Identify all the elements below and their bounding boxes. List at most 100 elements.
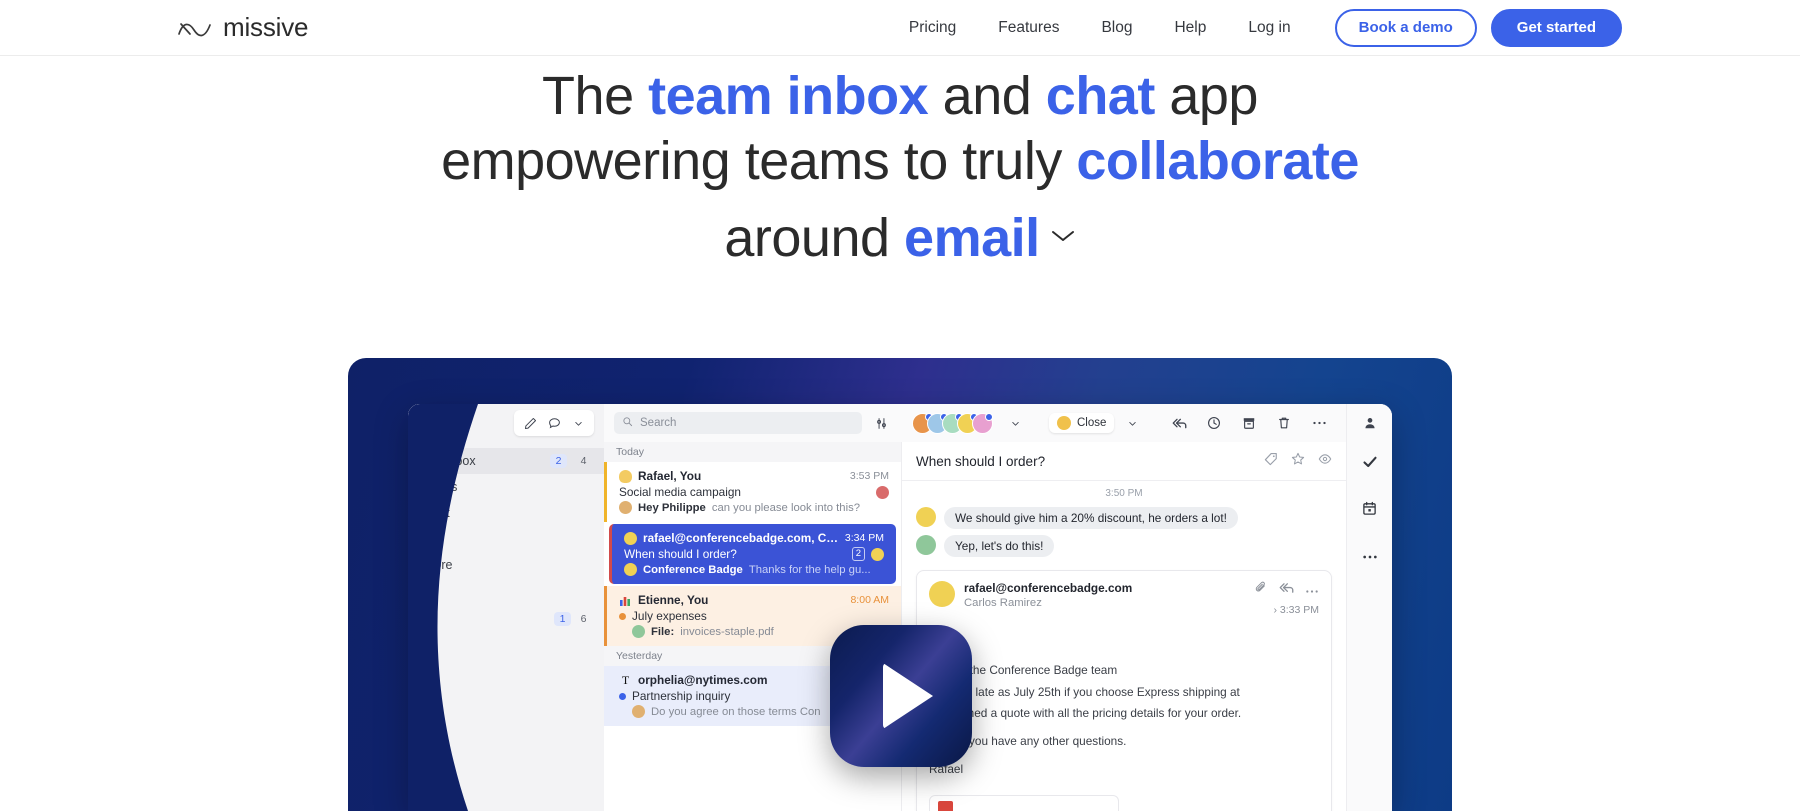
email-signature: Rafael (929, 762, 964, 777)
list-item-header: Etienne, You 8:00 AM (619, 593, 889, 607)
close-label: Close (1077, 417, 1107, 429)
sidebar-item-inbox[interactable]: Inbox 2 4 (408, 448, 604, 474)
sidebar-count-blue: 1 (554, 612, 571, 626)
sidebar-item-sent[interactable]: Sent (408, 500, 604, 526)
list-item-preview-bold: Hey Philippe (638, 501, 706, 514)
ellipsis-icon[interactable] (1308, 413, 1330, 433)
email-time: › 3:33 PM (1273, 604, 1319, 616)
email-body: s, re from the Conference Badge team ord… (917, 622, 1331, 793)
status-dot (619, 692, 626, 700)
nav-link-login[interactable]: Log in (1248, 19, 1290, 37)
nav-link-pricing[interactable]: Pricing (909, 19, 956, 37)
sidebar-counts: 1 6 (408, 612, 604, 626)
reply-all-icon[interactable] (1168, 413, 1190, 433)
person-icon[interactable] (1359, 413, 1381, 433)
ellipsis-icon[interactable] (1305, 581, 1319, 599)
page-title: The team inbox and chat app empowering t… (0, 56, 1800, 270)
email-card[interactable]: rafael@conferencebadge.com Carlos Ramire… (916, 570, 1332, 811)
headline-highlight-collaborate: collaborate (1076, 130, 1359, 191)
avatar (632, 625, 645, 638)
chevron-down-icon[interactable] (1004, 413, 1026, 433)
close-conversation-button[interactable]: Close (1049, 413, 1115, 433)
email-card-icons (1255, 581, 1319, 599)
headline-text: empowering teams to truly (441, 130, 1077, 191)
sidebar-item-label: More (424, 558, 453, 572)
avatar (624, 531, 637, 545)
reply-all-icon[interactable] (1279, 581, 1294, 599)
list-item-time: 3:34 PM (844, 532, 884, 544)
star-icon[interactable] (1291, 452, 1305, 471)
email-body-line: order as late as July 25th if you choose… (929, 684, 1240, 699)
nav-link-features[interactable]: Features (998, 19, 1059, 37)
clock-icon[interactable] (1203, 413, 1225, 433)
status-dot (619, 612, 626, 620)
conversation-pane: When should I order? 3:50 PM We should g… (902, 442, 1346, 811)
search-input[interactable]: Search (614, 412, 862, 434)
paperclip-icon[interactable] (1255, 581, 1268, 599)
close-window-dot[interactable] (422, 418, 431, 428)
chevron-down-icon[interactable] (567, 413, 589, 433)
calendar-icon[interactable] (1362, 501, 1377, 521)
avatar (632, 705, 645, 718)
trash-icon[interactable] (1273, 413, 1295, 433)
list-item-subject-row: Social media campaign (619, 485, 889, 499)
attachment-chip[interactable] (929, 794, 1119, 811)
list-item-preview-row: Conference Badge Thanks for the help gu.… (624, 563, 884, 576)
nav-actions: Book a demo Get started (1334, 8, 1622, 47)
user-avatar-icon (1057, 416, 1071, 430)
nav-link-help[interactable]: Help (1174, 19, 1206, 37)
book-demo-button[interactable]: Book a demo (1334, 8, 1477, 47)
email-from: rafael@conferencebadge.com (964, 581, 1133, 595)
sidebar-item-more[interactable]: More (408, 552, 604, 578)
list-item-header: rafael@conferencebadge.com, Carl... 3:34… (624, 531, 884, 545)
sliders-icon[interactable] (870, 413, 892, 433)
conversation-header: When should I order? (902, 442, 1346, 481)
play-video-button[interactable] (830, 625, 972, 767)
list-item[interactable]: rafael@conferencebadge.com, Carl... 3:34… (609, 524, 896, 584)
headline-text: app (1154, 66, 1258, 126)
speech-bubble-icon[interactable] (543, 413, 565, 433)
list-item[interactable]: Rafael, You 3:53 PM Social media campaig… (604, 462, 901, 522)
email-body-line: . I attached a quote with all the pricin… (929, 706, 1242, 721)
chevron-down-icon[interactable] (1050, 194, 1076, 259)
list-item-preview-row: Hey Philippe can you please look into th… (619, 501, 889, 514)
headline-line-2: empowering teams to truly collaborate (0, 129, 1800, 194)
conversation-tools (1168, 413, 1330, 433)
handshake-icon (619, 469, 632, 483)
get-started-button[interactable]: Get started (1490, 8, 1622, 47)
email-card-header: rafael@conferencebadge.com Carlos Ramire… (917, 571, 1331, 622)
avatar (916, 507, 936, 527)
app-sidebar: Inbox 2 4 Drafts Sent All More es 1 6 (408, 442, 604, 811)
minimize-window-dot[interactable] (437, 418, 446, 428)
sidebar-item-label: Drafts (424, 480, 458, 494)
avatar (929, 581, 955, 607)
avatar (619, 501, 632, 514)
list-item-time: 3:53 PM (849, 470, 889, 482)
tag-icon[interactable] (1264, 452, 1278, 471)
headline-highlight-email[interactable]: email (904, 208, 1040, 268)
sidebar-item-all[interactable]: All (408, 526, 604, 552)
check-icon[interactable] (1362, 454, 1378, 475)
avatar (871, 547, 884, 561)
right-rail (1346, 442, 1392, 811)
pencil-icon[interactable] (519, 413, 541, 433)
brand-logo[interactable]: missive (178, 12, 308, 43)
email-body-line: know if you have any other questions. (929, 734, 1127, 749)
ellipsis-icon[interactable] (1362, 547, 1378, 565)
eye-icon[interactable] (1318, 452, 1332, 471)
sidebar-item-label: Sent (424, 506, 450, 520)
rail-person-slot (1346, 404, 1392, 442)
list-item-subject-row: When should I order? 2 (624, 547, 884, 561)
email-body-line: s, (929, 628, 1319, 650)
email-sender-name: Carlos Ramirez (964, 597, 1042, 609)
chevron-down-icon[interactable] (1121, 413, 1143, 433)
chat-message: Yep, let's do this! (902, 532, 1346, 560)
sidebar-item-drafts[interactable]: Drafts (408, 474, 604, 500)
list-item-preview: can you please look into this? (711, 501, 861, 514)
list-item-subject-row: July expenses (619, 609, 889, 623)
nav-link-blog[interactable]: Blog (1101, 19, 1132, 37)
list-item-preview-bold: File: (651, 625, 675, 638)
maximize-window-dot[interactable] (452, 418, 461, 428)
archive-icon[interactable] (1238, 413, 1260, 433)
participant-avatars[interactable] (912, 412, 993, 434)
